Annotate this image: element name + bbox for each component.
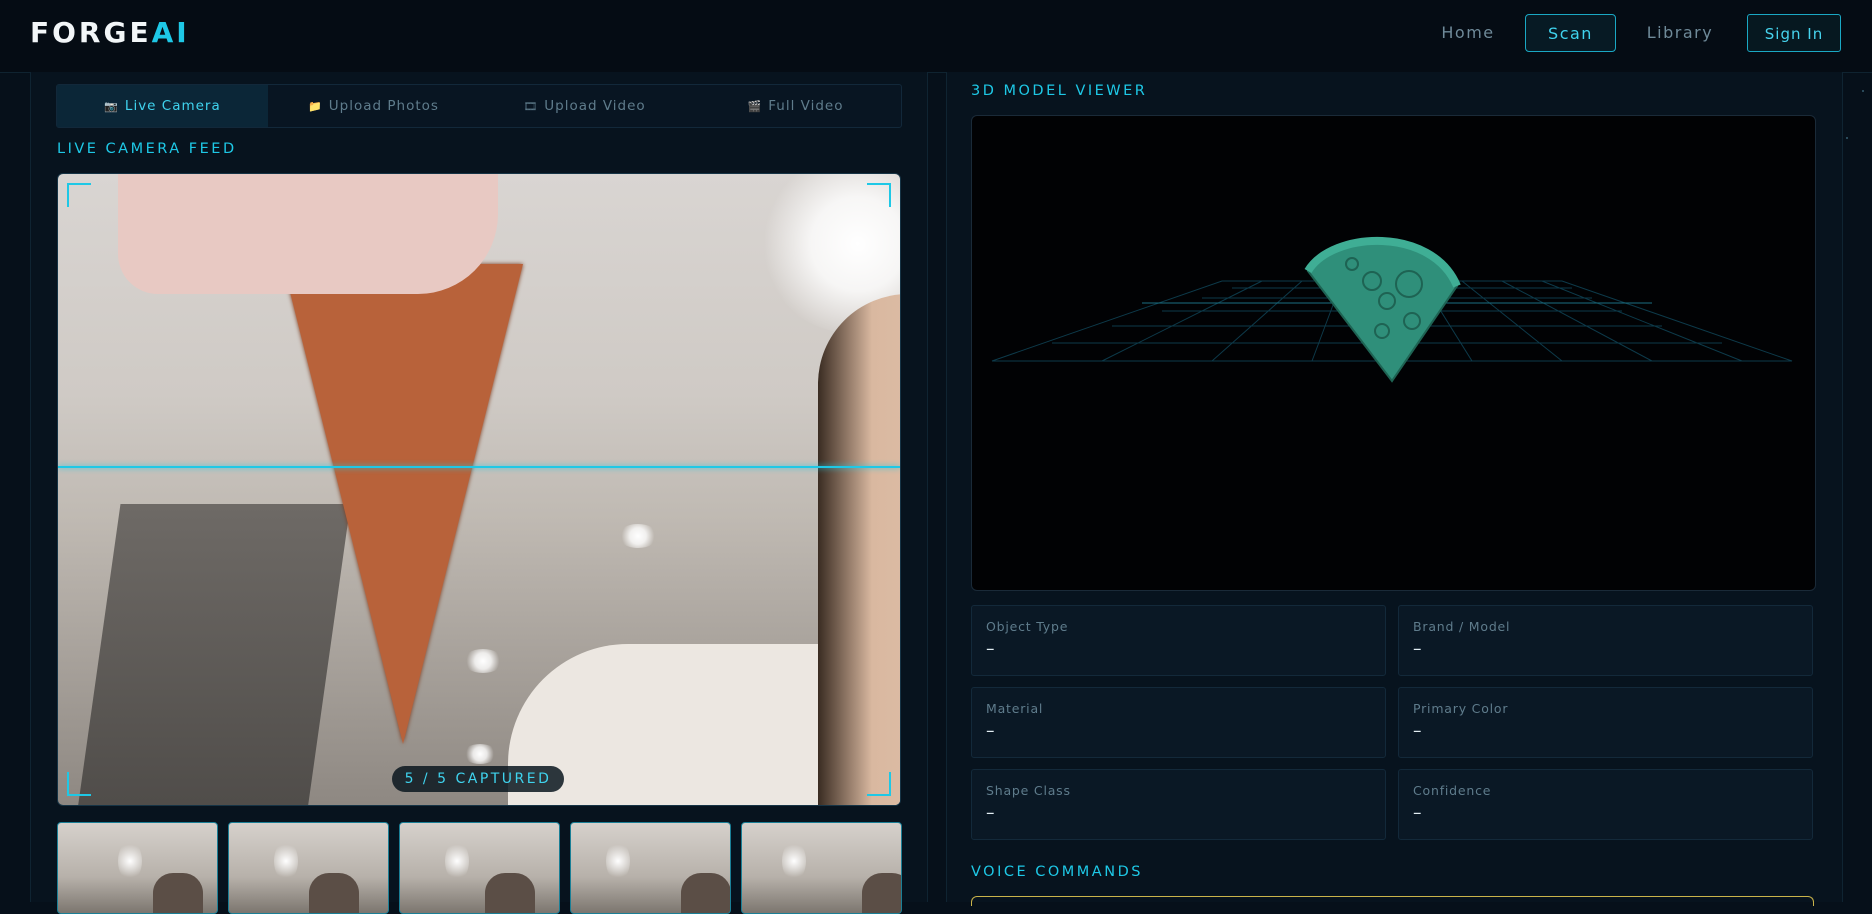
tab-label: Full Video bbox=[768, 98, 844, 114]
capture-panel: 📷 Live Camera 📁 Upload Photos 🎞 Upload V… bbox=[30, 72, 928, 914]
thumb-light bbox=[118, 841, 142, 881]
frame-corner bbox=[867, 183, 891, 207]
info-value: – bbox=[1413, 803, 1422, 823]
object-type-card: Object Type – bbox=[971, 605, 1386, 676]
thumb-light bbox=[782, 841, 806, 881]
info-value: – bbox=[1413, 639, 1422, 659]
captured-thumbnails bbox=[57, 822, 902, 914]
live-camera-feed[interactable]: 5 / 5 CAPTURED bbox=[57, 173, 901, 806]
logo-main: FORGE bbox=[30, 16, 152, 49]
pizza-slice bbox=[283, 264, 523, 744]
nav-home-link[interactable]: Home bbox=[1420, 14, 1516, 52]
info-label: Brand / Model bbox=[1413, 619, 1511, 634]
info-label: Confidence bbox=[1413, 783, 1492, 798]
info-label: Shape Class bbox=[986, 783, 1071, 798]
scan-line bbox=[58, 466, 900, 468]
info-value: – bbox=[1413, 721, 1422, 741]
camera-feed-title: LIVE CAMERA FEED bbox=[57, 141, 237, 157]
scroll-indicator bbox=[1862, 90, 1864, 92]
hand bbox=[118, 174, 498, 294]
tab-upload-photos[interactable]: 📁 Upload Photos bbox=[268, 85, 479, 127]
nav-scan-link[interactable]: Scan bbox=[1525, 14, 1616, 52]
input-mode-tabs: 📷 Live Camera 📁 Upload Photos 🎞 Upload V… bbox=[56, 84, 902, 128]
brand-model-card: Brand / Model – bbox=[1398, 605, 1813, 676]
tab-live-camera[interactable]: 📷 Live Camera bbox=[57, 85, 268, 127]
person bbox=[818, 294, 900, 805]
thumb-object bbox=[153, 873, 203, 913]
tab-full-video[interactable]: 🎬 Full Video bbox=[690, 85, 901, 127]
primary-color-card: Primary Color – bbox=[1398, 687, 1813, 758]
thumb-light bbox=[445, 841, 469, 881]
video-icon: 🎬 bbox=[747, 99, 763, 113]
frame-corner bbox=[867, 772, 891, 796]
captured-thumbnail[interactable] bbox=[57, 822, 218, 914]
captured-count-badge: 5 / 5 CAPTURED bbox=[392, 766, 564, 792]
thumb-light bbox=[606, 841, 630, 881]
material-card: Material – bbox=[971, 687, 1386, 758]
captured-thumbnail[interactable] bbox=[399, 822, 560, 914]
captured-thumbnail[interactable] bbox=[741, 822, 902, 914]
camera-icon: 📷 bbox=[104, 99, 119, 113]
tab-upload-video[interactable]: 🎞 Upload Video bbox=[479, 85, 690, 127]
thumb-object bbox=[681, 873, 730, 913]
info-label: Object Type bbox=[986, 619, 1069, 634]
tab-label: Live Camera bbox=[124, 98, 221, 114]
thumb-object bbox=[309, 873, 359, 913]
model-viewer-title: 3D MODEL VIEWER bbox=[971, 83, 1148, 99]
confidence-card: Confidence – bbox=[1398, 769, 1813, 840]
info-value: – bbox=[986, 721, 995, 741]
tab-label: Upload Photos bbox=[328, 98, 439, 114]
thumb-light bbox=[274, 841, 298, 881]
frame-corner bbox=[67, 183, 91, 207]
logo-accent: AI bbox=[151, 16, 190, 49]
info-label: Material bbox=[986, 701, 1044, 716]
frame-corner bbox=[67, 772, 91, 796]
thumb-object bbox=[485, 873, 535, 913]
nav-library-link[interactable]: Library bbox=[1632, 14, 1728, 52]
film-icon: 🎞 bbox=[523, 99, 539, 113]
app-logo[interactable]: FORGEAI bbox=[30, 16, 190, 49]
sign-in-button[interactable]: Sign In bbox=[1747, 14, 1841, 52]
voice-command-box[interactable] bbox=[971, 896, 1814, 906]
ceiling-light bbox=[463, 744, 497, 764]
info-value: – bbox=[986, 803, 995, 823]
captured-thumbnail[interactable] bbox=[228, 822, 389, 914]
thumb-object bbox=[862, 873, 901, 913]
analysis-panel: 3D MODEL VIEWER Object Type – Brand / Mo… bbox=[946, 72, 1843, 906]
info-value: – bbox=[986, 639, 995, 659]
tab-label: Upload Video bbox=[544, 98, 646, 114]
scroll-indicator bbox=[1846, 137, 1848, 139]
3d-scene bbox=[991, 236, 1793, 383]
top-navbar: FORGEAI Home Scan Library Sign In bbox=[0, 0, 1872, 73]
shape-class-card: Shape Class – bbox=[971, 769, 1386, 840]
folder-icon: 📁 bbox=[308, 99, 323, 113]
captured-thumbnail[interactable] bbox=[570, 822, 731, 914]
3d-model-viewer[interactable] bbox=[971, 115, 1816, 591]
voice-commands-title: VOICE COMMANDS bbox=[971, 864, 1143, 880]
ceiling-light bbox=[618, 524, 658, 548]
info-label: Primary Color bbox=[1413, 701, 1509, 716]
